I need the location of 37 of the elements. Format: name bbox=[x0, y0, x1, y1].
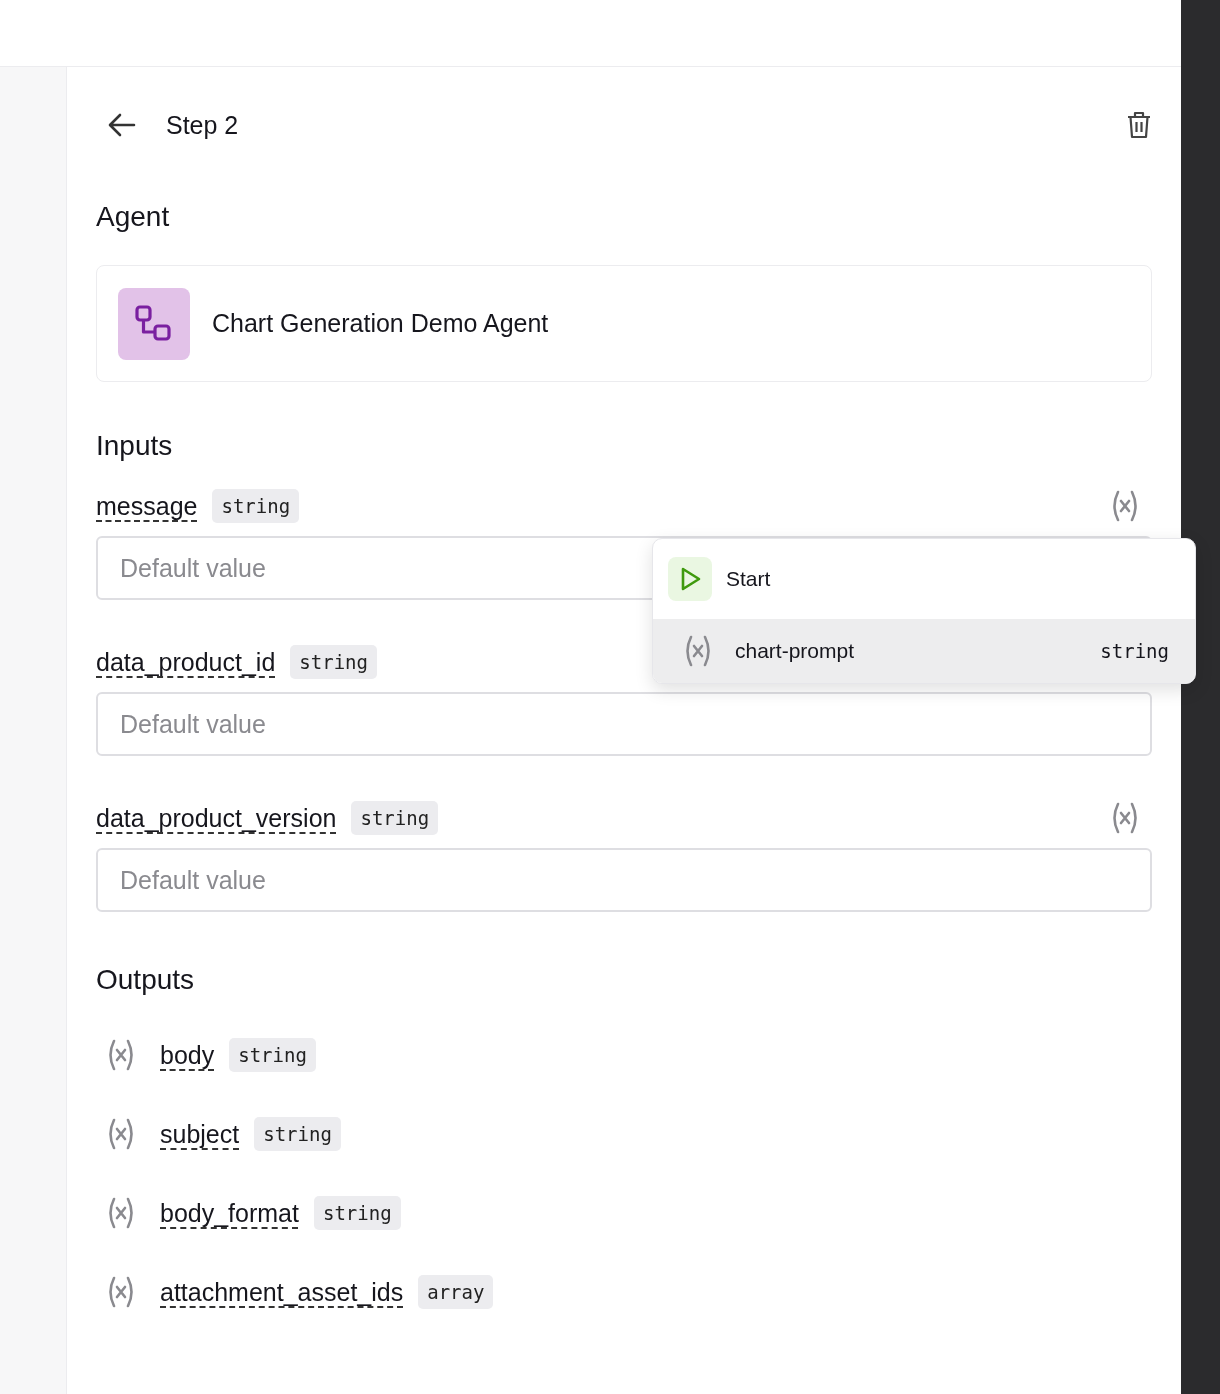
type-label: string bbox=[212, 489, 300, 523]
input-name: data_product_version bbox=[96, 803, 337, 833]
play-icon bbox=[668, 557, 712, 601]
type-label: string bbox=[1100, 640, 1169, 662]
type-label: array bbox=[418, 1275, 494, 1309]
back-arrow-icon[interactable] bbox=[108, 113, 136, 137]
output-name: body bbox=[160, 1040, 215, 1070]
workflow-icon bbox=[118, 287, 190, 360]
section-heading: Inputs bbox=[96, 430, 174, 462]
input-name: data_product_id bbox=[96, 647, 276, 677]
variable-icon[interactable] bbox=[106, 1117, 136, 1151]
type-label: string bbox=[351, 801, 439, 835]
step-title: Step 2 bbox=[166, 110, 240, 140]
type-label: string bbox=[229, 1038, 316, 1072]
section-heading: Agent bbox=[96, 201, 171, 233]
section-heading: Outputs bbox=[96, 964, 196, 996]
variable-icon[interactable] bbox=[683, 634, 713, 668]
default-value-field[interactable]: Default value bbox=[96, 848, 1152, 912]
variable-icon[interactable] bbox=[1110, 489, 1140, 523]
type-label: string bbox=[313, 1196, 401, 1230]
menu-item-label: Start bbox=[726, 567, 771, 591]
variable-icon[interactable] bbox=[106, 1038, 136, 1072]
variable-icon[interactable] bbox=[1110, 801, 1140, 835]
output-name: subject bbox=[160, 1119, 240, 1149]
agent-card[interactable]: Chart Generation Demo Agent bbox=[96, 265, 1152, 382]
trash-icon[interactable] bbox=[1127, 111, 1151, 139]
type-label: string bbox=[290, 645, 377, 679]
default-value-field[interactable]: Default value bbox=[96, 692, 1152, 756]
variable-name: chart-prompt bbox=[735, 639, 856, 663]
menu-item[interactable]: chart-prompt string bbox=[653, 619, 1195, 683]
variable-icon[interactable] bbox=[106, 1275, 136, 1309]
variable-icon[interactable] bbox=[106, 1196, 136, 1230]
agent-name: Chart Generation Demo Agent bbox=[212, 309, 549, 338]
output-name: body_format bbox=[160, 1198, 299, 1228]
type-label: string bbox=[254, 1117, 341, 1151]
output-name: attachment_asset_ids bbox=[160, 1277, 404, 1307]
input-name: message bbox=[96, 491, 198, 521]
